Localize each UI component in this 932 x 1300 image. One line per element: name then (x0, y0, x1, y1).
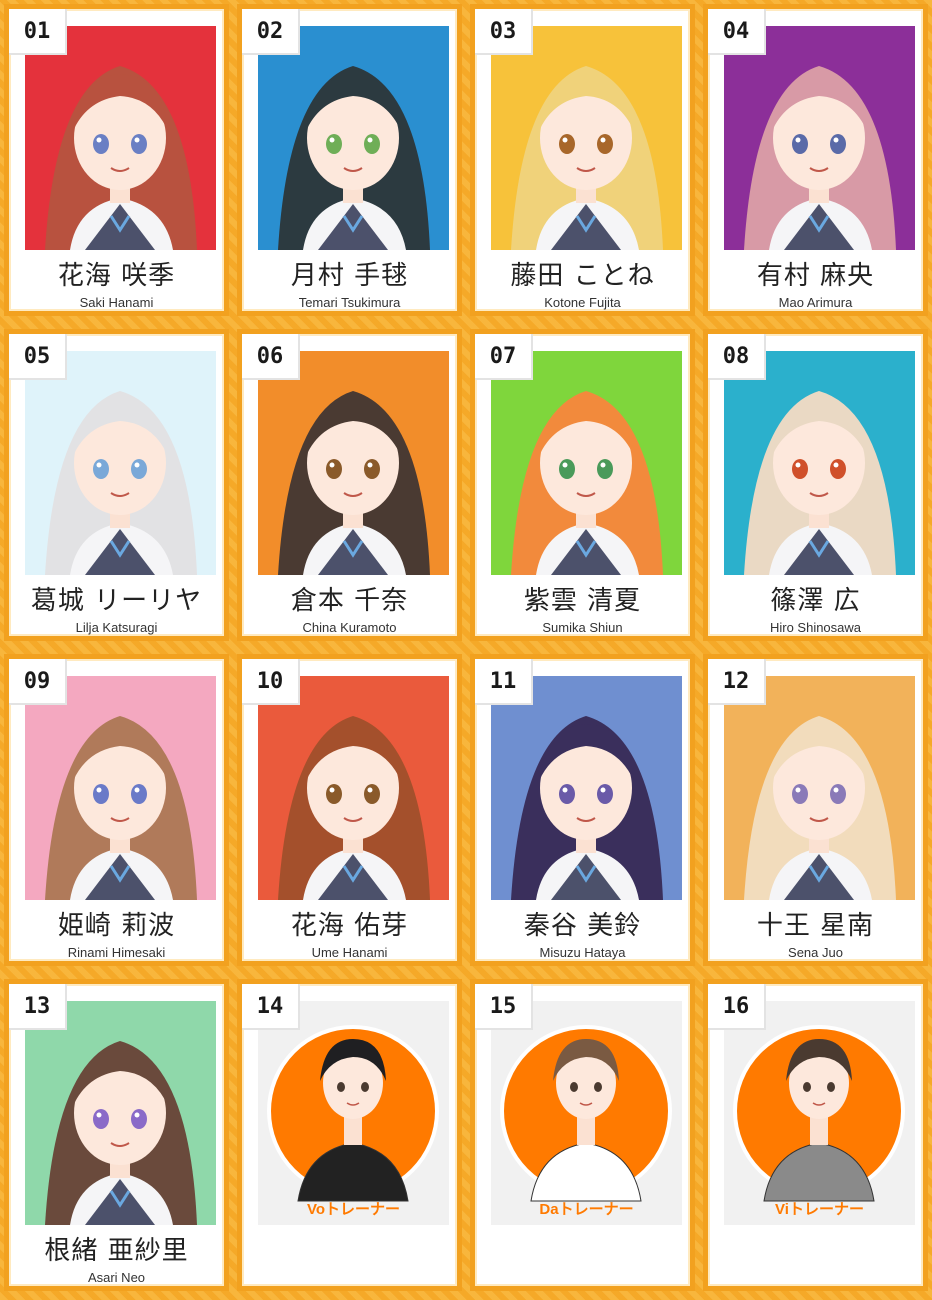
trainer-card: 15 Daトレーナー (470, 979, 695, 1291)
card-number: 10 (242, 659, 300, 705)
character-portrait (724, 351, 915, 575)
character-portrait (25, 1001, 216, 1225)
character-name-english: Kotone Fujita (544, 295, 621, 310)
card-number: 15 (475, 984, 533, 1030)
card-number: 03 (475, 9, 533, 55)
character-name-japanese: 花海 佑芽 (290, 911, 409, 941)
character-name-english: Temari Tsukimura (298, 295, 401, 310)
character-portrait (25, 26, 216, 250)
character-portrait (491, 351, 682, 575)
character-portrait (258, 676, 449, 900)
character-card: 04 有村 麻央 Mao Arimura (703, 4, 928, 316)
character-name-japanese: 倉本 千奈 (290, 586, 409, 616)
character-name-japanese: 葛城 リーリヤ (30, 586, 203, 616)
character-name-japanese: 十王 星南 (756, 911, 875, 941)
card-number: 11 (475, 659, 533, 705)
character-name-japanese: 有村 麻央 (756, 261, 875, 291)
card-number: 12 (708, 659, 766, 705)
character-portrait (25, 676, 216, 900)
card-number: 16 (708, 984, 766, 1030)
trainer-card: 14 Voトレーナー (237, 979, 462, 1291)
card-number: 09 (9, 659, 67, 705)
character-card: 01 花海 咲季 Saki Hanami (4, 4, 229, 316)
character-name-japanese: 姫崎 莉波 (57, 911, 176, 941)
character-name-english: Hiro Shinosawa (769, 620, 862, 635)
character-portrait (258, 26, 449, 250)
card-number: 08 (708, 334, 766, 380)
character-card: 13 根緒 亜紗里 Asari Neo (4, 979, 229, 1291)
character-portrait (724, 676, 915, 900)
character-name-japanese: 月村 手毬 (290, 261, 409, 291)
character-name-japanese: 篠澤 広 (770, 586, 861, 616)
trainer-label: Voトレーナー (306, 1201, 401, 1218)
trainer-portrait: Voトレーナー (258, 1001, 449, 1225)
card-number: 01 (9, 9, 67, 55)
character-name-english: Sena Juo (788, 945, 843, 960)
card-number: 13 (9, 984, 67, 1030)
trainer-label: Viトレーナー (775, 1201, 864, 1218)
character-portrait (491, 26, 682, 250)
character-portrait (724, 26, 915, 250)
character-card: 11 秦谷 美鈴 Misuzu Hataya (470, 654, 695, 966)
character-name-japanese: 根緒 亜紗里 (44, 1236, 189, 1266)
character-card: 05 葛城 リーリヤ Lilja Katsuragi (4, 329, 229, 641)
card-number: 07 (475, 334, 533, 380)
character-card: 09 姫崎 莉波 Rinami Himesaki (4, 654, 229, 966)
character-portrait (491, 676, 682, 900)
character-portrait (25, 351, 216, 575)
card-number: 04 (708, 9, 766, 55)
character-card: 07 紫雲 清夏 Sumika Shiun (470, 329, 695, 641)
character-name-japanese: 紫雲 清夏 (523, 586, 642, 616)
character-name-japanese: 花海 咲季 (57, 261, 176, 291)
trainer-label: Daトレーナー (539, 1201, 634, 1218)
idol-roster-grid: 01 花海 咲季 Saki Hanami 02 月村 手毬 Temari Tsu… (0, 0, 932, 1300)
card-number: 14 (242, 984, 300, 1030)
character-name-english: Misuzu Hataya (539, 945, 626, 960)
character-card: 12 十王 星南 Sena Juo (703, 654, 928, 966)
character-name-japanese: 秦谷 美鈴 (523, 911, 642, 941)
trainer-portrait: Viトレーナー (724, 1001, 915, 1225)
card-number: 06 (242, 334, 300, 380)
card-number: 02 (242, 9, 300, 55)
character-card: 10 花海 佑芽 Ume Hanami (237, 654, 462, 966)
character-card: 02 月村 手毬 Temari Tsukimura (237, 4, 462, 316)
card-number: 05 (9, 334, 67, 380)
character-name-english: China Kuramoto (302, 620, 397, 635)
character-card: 06 倉本 千奈 China Kuramoto (237, 329, 462, 641)
character-name-japanese: 藤田 ことね (510, 261, 655, 291)
character-card: 03 藤田 ことね Kotone Fujita (470, 4, 695, 316)
character-name-english: Lilja Katsuragi (75, 620, 158, 635)
character-portrait (258, 351, 449, 575)
character-name-english: Asari Neo (87, 1270, 146, 1285)
character-name-english: Saki Hanami (79, 295, 154, 310)
character-name-english: Sumika Shiun (542, 620, 623, 635)
character-name-english: Ume Hanami (311, 945, 388, 960)
trainer-portrait: Daトレーナー (491, 1001, 682, 1225)
character-name-english: Mao Arimura (778, 295, 853, 310)
character-name-english: Rinami Himesaki (67, 945, 166, 960)
character-card: 08 篠澤 広 Hiro Shinosawa (703, 329, 928, 641)
trainer-card: 16 Viトレーナー (703, 979, 928, 1291)
